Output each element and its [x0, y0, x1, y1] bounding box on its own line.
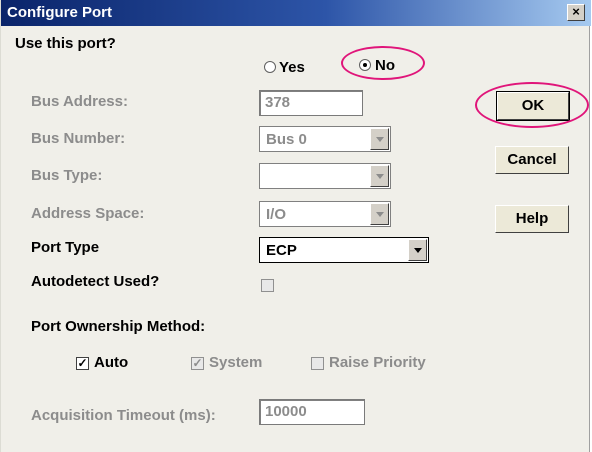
auto-label[interactable]: Auto — [94, 354, 128, 371]
help-button[interactable]: Help — [495, 205, 569, 233]
bus-number-label: Bus Number: — [31, 130, 126, 147]
port-type-label: Port Type — [31, 239, 100, 256]
timeout-label: Acquisition Timeout (ms): — [31, 407, 216, 424]
bus-number-arrow-icon[interactable] — [370, 128, 389, 150]
autodetect-label: Autodetect Used? — [31, 273, 160, 290]
bus-number-dropdown[interactable]: Bus 0 — [259, 126, 391, 152]
bus-type-dropdown[interactable] — [259, 163, 391, 189]
ok-highlight-circle — [475, 82, 589, 128]
use-port-yes-radio[interactable] — [264, 61, 276, 73]
use-port-label: Use this port? — [15, 35, 116, 52]
port-type-dropdown[interactable]: ECP — [259, 237, 429, 263]
address-space-dropdown[interactable]: I/O — [259, 201, 391, 227]
timeout-field[interactable]: 10000 — [259, 399, 365, 425]
auto-checkbox[interactable]: ✓ — [76, 357, 89, 370]
address-space-value: I/O — [266, 206, 287, 223]
bus-address-field[interactable]: 378 — [259, 90, 363, 116]
raise-priority-checkbox[interactable] — [311, 357, 324, 370]
no-highlight-circle — [341, 46, 425, 80]
ownership-label: Port Ownership Method: — [31, 318, 206, 335]
bus-number-value: Bus 0 — [266, 131, 307, 148]
bus-type-label: Bus Type: — [31, 167, 103, 184]
close-button[interactable]: × — [567, 4, 585, 21]
bus-type-arrow-icon[interactable] — [370, 165, 389, 187]
system-checkbox[interactable]: ✓ — [191, 357, 204, 370]
port-type-value: ECP — [266, 242, 297, 259]
cancel-button[interactable]: Cancel — [495, 146, 569, 174]
use-port-yes-label[interactable]: Yes — [279, 59, 305, 76]
title-bar[interactable]: Configure Port × — [1, 0, 591, 26]
address-space-label: Address Space: — [31, 205, 145, 222]
bus-address-label: Bus Address: — [31, 93, 128, 110]
raise-priority-label[interactable]: Raise Priority — [329, 354, 426, 371]
address-space-arrow-icon[interactable] — [370, 203, 389, 225]
window-title: Configure Port — [7, 4, 112, 21]
port-type-arrow-icon[interactable] — [408, 239, 427, 261]
system-label[interactable]: System — [209, 354, 262, 371]
autodetect-checkbox[interactable] — [261, 279, 274, 292]
configure-port-dialog: Configure Port × Use this port? Yes No B… — [0, 0, 591, 452]
